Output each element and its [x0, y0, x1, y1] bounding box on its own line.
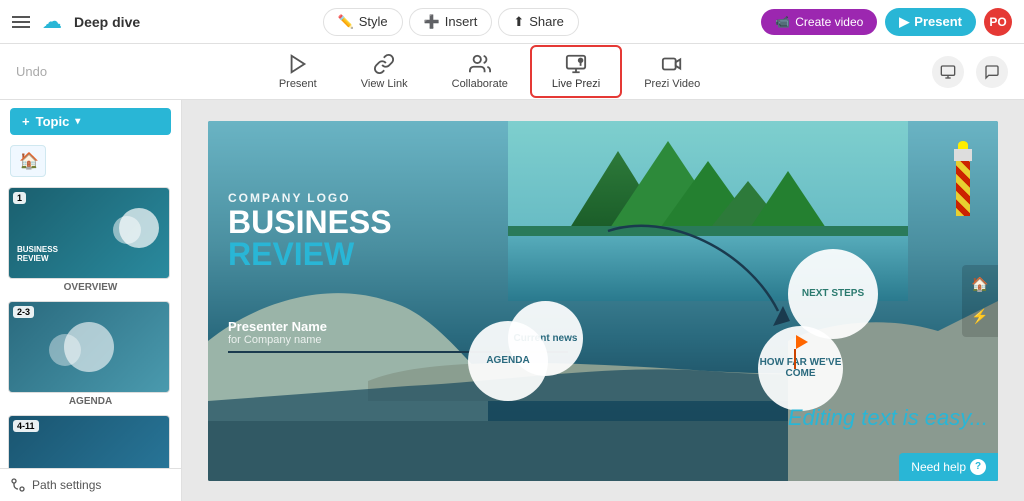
create-video-button[interactable]: 📹 Create video: [761, 9, 877, 35]
toolbar-right-icons: [932, 56, 1008, 88]
slide-list: 1 BUSINESSREVIEW Overview 2-3: [0, 183, 181, 468]
menu-icon[interactable]: [12, 16, 30, 28]
slide-thumb-agenda: 2-3: [8, 301, 170, 393]
toolbar-present[interactable]: Present: [257, 45, 339, 98]
path-settings[interactable]: Path settings: [0, 468, 181, 501]
slide-item-howfar[interactable]: 4-11 SOME FAR WE VECOME HOW FAR WE'VE CO…: [8, 415, 173, 468]
help-icon: ?: [970, 459, 986, 475]
chat-icon[interactable]: [976, 56, 1008, 88]
nav-icon-2[interactable]: ⚡: [966, 303, 994, 331]
toolbar-live-prezi[interactable]: Live Prezi: [530, 45, 622, 98]
arrow-svg: [588, 211, 808, 341]
insert-button[interactable]: ➕ Insert: [409, 8, 493, 36]
sidebar: + Topic ▾ 🏠 1 BUSINESSREVIEW Overview: [0, 100, 182, 501]
present-button[interactable]: ▶ Present: [885, 8, 976, 36]
flag: [794, 353, 808, 369]
need-help-button[interactable]: Need help ?: [899, 453, 998, 481]
chevron-down-icon: ▾: [75, 116, 80, 127]
plus-icon: +: [22, 114, 30, 129]
slide-item-agenda[interactable]: 2-3 AGENDA: [8, 301, 173, 407]
avatar[interactable]: PO: [984, 8, 1012, 36]
company-logo: COMPANY LOGO: [228, 191, 351, 205]
undo-label: Undo: [16, 64, 47, 79]
play-icon: ▶: [899, 14, 909, 30]
home-nav-button[interactable]: 🏠: [966, 271, 994, 299]
top-bar-right: 📹 Create video ▶ Present PO: [761, 8, 1012, 36]
canvas-area[interactable]: COMPANY LOGO BUSINESS REVIEW Presenter N…: [208, 121, 998, 481]
cloud-icon: ☁: [42, 9, 62, 34]
share-button[interactable]: ⬆ Share: [498, 8, 579, 36]
slide-item-overview[interactable]: 1 BUSINESSREVIEW Overview: [8, 187, 173, 293]
style-button[interactable]: ✏️ Style: [323, 8, 403, 36]
toolbar-icons: Present View Link Collaborate Live Prezi…: [257, 45, 722, 98]
toolbar-collaborate[interactable]: Collaborate: [430, 45, 530, 98]
home-button[interactable]: 🏠: [10, 145, 46, 177]
second-bar: Undo Present View Link Collaborate Live …: [0, 44, 1024, 100]
main-layout: + Topic ▾ 🏠 1 BUSINESSREVIEW Overview: [0, 100, 1024, 501]
style-icon: ✏️: [338, 14, 354, 30]
bubble-agenda[interactable]: AGENDA: [468, 321, 548, 401]
share-icon: ⬆: [513, 14, 524, 30]
bubble-next-steps[interactable]: NEXT STEPS: [788, 249, 878, 339]
video-icon: 📹: [775, 15, 790, 29]
topic-button[interactable]: + Topic ▾: [10, 108, 171, 135]
toolbar-view-link[interactable]: View Link: [339, 45, 430, 98]
business-title: BUSINESS REVIEW: [228, 206, 392, 270]
main-canvas: COMPANY LOGO BUSINESS REVIEW Presenter N…: [182, 100, 1024, 501]
toolbar-prezi-video[interactable]: Prezi Video: [622, 45, 722, 98]
top-bar-center: ✏️ Style ➕ Insert ⬆ Share: [152, 8, 749, 36]
slides-view-icon[interactable]: [932, 56, 964, 88]
app-title: Deep dive: [74, 14, 140, 30]
right-nav: 🏠 ⚡: [962, 265, 998, 337]
slide-thumb-overview: 1 BUSINESSREVIEW: [8, 187, 170, 279]
insert-icon: ➕: [424, 14, 440, 30]
slide-thumb-howfar: 4-11 SOME FAR WE VECOME: [8, 415, 170, 468]
presenter-info: Presenter Name for Company name: [228, 319, 327, 346]
editing-text: Editing text is easy...: [788, 405, 988, 431]
top-bar: ☁ Deep dive ✏️ Style ➕ Insert ⬆ Share 📹 …: [0, 0, 1024, 44]
